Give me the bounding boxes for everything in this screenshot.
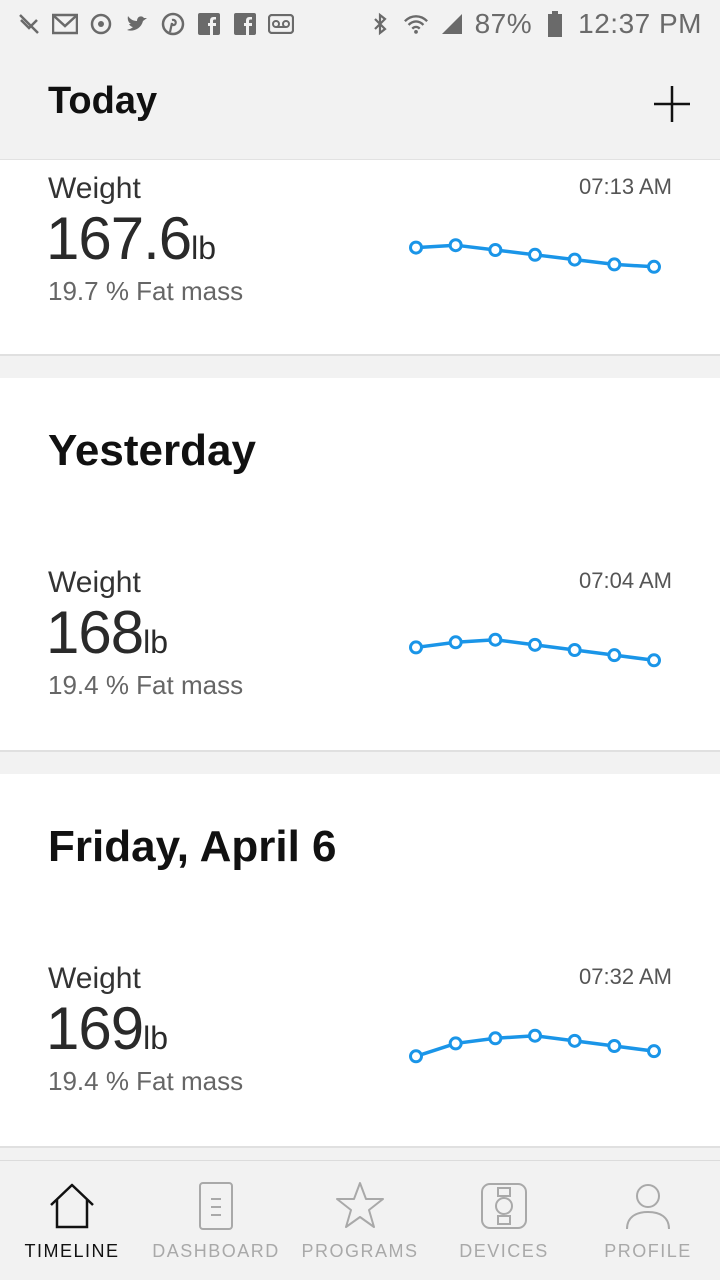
trend-point <box>488 632 503 647</box>
nav-profile[interactable]: PROFILE <box>576 1161 720 1280</box>
document-icon <box>199 1182 233 1230</box>
weight-value: 169lb <box>46 994 168 1063</box>
plus-icon <box>654 86 690 122</box>
day-heading: Yesterday <box>48 426 256 475</box>
weight-trend-chart <box>409 632 661 668</box>
star-icon <box>336 1182 384 1228</box>
weight-unit: lb <box>191 230 217 266</box>
trend-point <box>409 1049 423 1064</box>
trend-point <box>647 259 661 274</box>
add-button[interactable] <box>652 84 692 124</box>
trend-point <box>607 257 622 272</box>
measurement-time: 07:32 AM <box>579 964 672 989</box>
nav-label: PROGRAMS <box>301 1241 419 1261</box>
trend-point <box>448 238 463 253</box>
gmail-icon <box>52 11 78 37</box>
trend-point <box>448 1036 463 1051</box>
voicemail-icon <box>268 11 294 37</box>
wifi-icon <box>403 11 429 37</box>
nav-label: PROFILE <box>604 1241 692 1261</box>
trend-point <box>647 653 661 668</box>
trend-point <box>647 1044 661 1059</box>
metric-label: Weight <box>48 566 141 599</box>
weight-trend-chart <box>409 1028 661 1064</box>
fat-mass: 19.4 % Fat mass <box>48 670 244 700</box>
app-bar: Today <box>0 48 720 160</box>
trend-point <box>528 1028 542 1043</box>
nav-programs[interactable]: PROGRAMS <box>288 1161 432 1280</box>
system-status: 87% 12:37 PM <box>367 8 702 40</box>
measurement-time: 07:13 AM <box>579 174 672 199</box>
nav-label: TIMELINE <box>24 1241 120 1261</box>
trend-point <box>409 640 423 655</box>
weight-number: 168 <box>46 599 144 666</box>
weight-number: 169 <box>46 995 144 1062</box>
pinterest-icon <box>160 11 186 37</box>
home-icon <box>50 1183 94 1229</box>
battery-icon <box>542 11 568 37</box>
page-title: Today <box>48 80 158 122</box>
metric-label: Weight <box>48 172 141 205</box>
clock: 12:37 PM <box>578 8 702 39</box>
fat-mass: 19.7 % Fat mass <box>48 276 244 306</box>
trend-point <box>607 648 622 663</box>
weight-trend-chart <box>409 238 661 274</box>
trend-point <box>607 1039 622 1053</box>
measurement-time: 07:04 AM <box>579 568 672 593</box>
trend-point <box>488 243 503 257</box>
nav-devices[interactable]: DEVICES <box>432 1161 576 1280</box>
weight-unit: lb <box>143 624 169 660</box>
weight-number: 167.6 <box>46 205 192 272</box>
notification-icons <box>16 11 294 37</box>
trend-point <box>528 247 542 262</box>
fat-mass: 19.4 % Fat mass <box>48 1066 244 1096</box>
weight-value: 167.6lb <box>46 204 216 273</box>
nav-label: DEVICES <box>459 1241 549 1261</box>
weight-value: 168lb <box>46 598 168 667</box>
notification-off-icon <box>16 11 42 37</box>
bluetooth-icon <box>367 11 393 37</box>
nav-dashboard[interactable]: DASHBOARD <box>144 1161 288 1280</box>
trend-point <box>448 635 463 650</box>
twitter-icon <box>124 11 150 37</box>
metric-label: Weight <box>48 962 141 995</box>
weight-unit: lb <box>143 1020 169 1056</box>
trend-point <box>567 252 582 267</box>
day-heading: Friday, April 6 <box>48 822 337 871</box>
bottom-nav: TIMELINE DASHBOARD PROGRAMS DEVICES PROF… <box>0 1160 720 1280</box>
sync-icon <box>88 11 114 37</box>
facebook-icon <box>232 11 258 37</box>
person-icon <box>626 1184 670 1230</box>
weight-entry-card[interactable]: Weight 07:13 AM 167.6lb 19.7 % Fat mass <box>0 160 720 356</box>
trend-point <box>567 643 582 657</box>
nav-timeline[interactable]: TIMELINE <box>0 1161 144 1280</box>
trend-point <box>409 240 423 255</box>
signal-icon <box>439 11 465 37</box>
day-section-yesterday[interactable]: Yesterday Weight 07:04 AM 168lb 19.4 % F… <box>0 378 720 752</box>
trend-point <box>528 637 542 652</box>
day-section-friday[interactable]: Friday, April 6 Weight 07:32 AM 169lb 19… <box>0 774 720 1148</box>
nav-label: DASHBOARD <box>152 1241 280 1261</box>
status-bar: 87% 12:37 PM <box>0 0 720 48</box>
trend-point <box>567 1033 582 1048</box>
facebook-icon <box>196 11 222 37</box>
battery-percent: 87% <box>474 8 533 39</box>
timeline-list[interactable]: Weight 07:13 AM 167.6lb 19.7 % Fat mass … <box>0 160 720 1160</box>
trend-point <box>488 1031 503 1046</box>
watch-icon <box>481 1183 527 1229</box>
